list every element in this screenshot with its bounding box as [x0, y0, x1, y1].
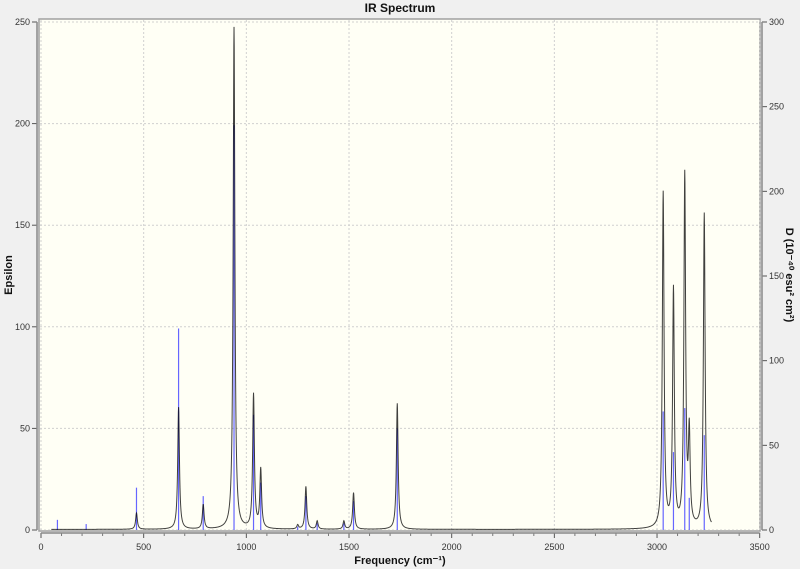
- y-tick-label: 100: [15, 322, 30, 332]
- x-tick-label: 1500: [339, 542, 359, 552]
- y-tick-label: 250: [15, 17, 30, 27]
- x-tick-label: 2500: [544, 542, 564, 552]
- y-tick-label: 150: [15, 220, 30, 230]
- ir-spectrum-chart: 0 500 1000 1500 2000 2500 3000 3500050100150200…: [3, 1, 795, 567]
- y2-axis-label: D (10⁻⁴⁰ esu² cm²): [783, 228, 795, 323]
- plot-area: [38, 18, 761, 532]
- y2-tick-label: 150: [769, 271, 784, 281]
- x-tick-label: 3000: [647, 542, 667, 552]
- x-tick-label: 3500: [750, 542, 770, 552]
- y-tick-label: 0: [25, 525, 30, 535]
- x-tick-label: 0: [38, 542, 43, 552]
- x-tick-label: 1000: [236, 542, 256, 552]
- y2-tick-label: 100: [769, 356, 784, 366]
- y-tick-label: 50: [20, 423, 30, 433]
- y2-tick-label: 250: [769, 102, 784, 112]
- x-tick-label: 2000: [442, 542, 462, 552]
- y-tick-label: 200: [15, 119, 30, 129]
- y-axis-label: Epsilon: [3, 255, 15, 295]
- y2-tick-label: 200: [769, 186, 784, 196]
- y2-tick-label: 300: [769, 17, 784, 27]
- chart-title: IR Spectrum: [365, 1, 436, 15]
- x-axis-label: Frequency (cm⁻¹): [354, 555, 446, 567]
- y2-tick-label: 50: [769, 440, 779, 450]
- x-tick-label: 500: [136, 542, 151, 552]
- y2-tick-label: 0: [769, 525, 774, 535]
